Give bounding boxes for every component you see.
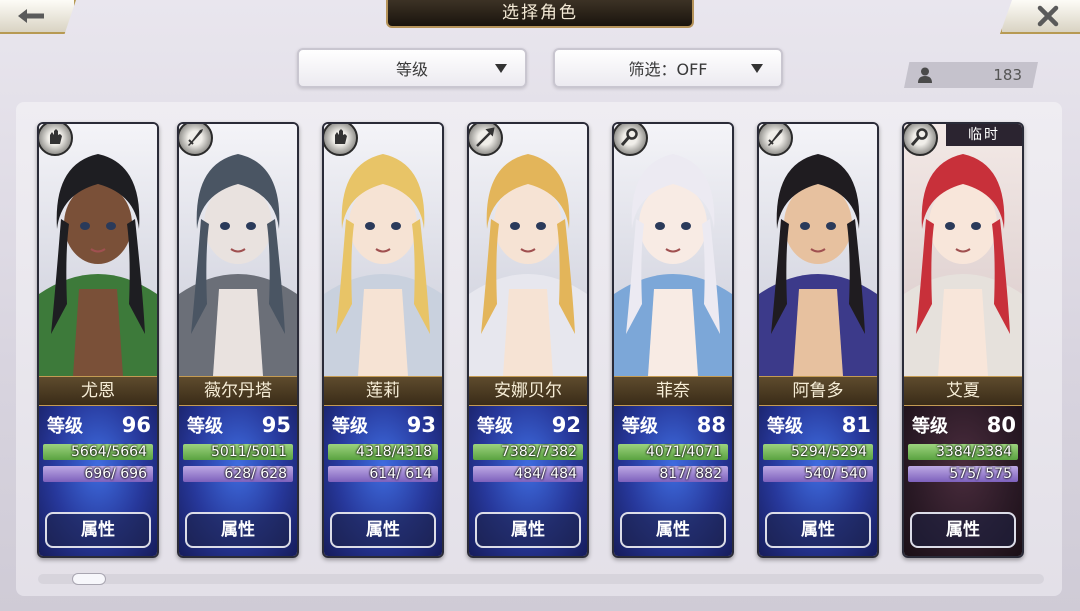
character-card[interactable]: 尤恩 等级 96 5664/5664 696/ 696 属性: [37, 122, 159, 558]
mp-bar: 540/ 540: [763, 466, 873, 482]
horizontal-scrollbar[interactable]: [38, 574, 1044, 584]
mp-bar: 696/ 696: [43, 466, 153, 482]
character-card[interactable]: 菲奈 等级 88 4071/4071 817/ 882 属性: [612, 122, 734, 558]
sort-dropdown[interactable]: 等级: [297, 48, 527, 88]
character-portrait[interactable]: [614, 124, 732, 376]
character-name: 菲奈: [614, 376, 732, 406]
level-value: 96: [121, 413, 151, 437]
character-portrait-art: [759, 124, 877, 376]
chevron-down-icon: [495, 64, 507, 73]
temporary-badge: 临时: [946, 124, 1022, 146]
mp-bar: 817/ 882: [618, 466, 728, 482]
character-portrait[interactable]: [759, 124, 877, 376]
level-row: 等级 92: [469, 412, 587, 438]
character-portrait-art: [614, 124, 732, 376]
top-bar: 选择角色: [0, 0, 1080, 36]
hp-bar: 5664/5664: [43, 444, 153, 460]
mp-bar: 484/ 484: [473, 466, 583, 482]
character-name: 艾夏: [904, 376, 1022, 406]
level-row: 等级 88: [614, 412, 732, 438]
level-value: 92: [551, 413, 581, 437]
level-label: 等级: [332, 416, 368, 437]
back-button[interactable]: [0, 0, 76, 34]
attributes-button[interactable]: 属性: [45, 512, 151, 548]
scrollbar-thumb[interactable]: [72, 573, 106, 585]
chevron-down-icon: [751, 64, 763, 73]
attributes-button[interactable]: 属性: [765, 512, 871, 548]
close-icon: [1037, 5, 1059, 27]
level-value: 80: [986, 413, 1016, 437]
page-title: 选择角色: [386, 0, 694, 28]
attributes-button[interactable]: 属性: [910, 512, 1016, 548]
character-portrait-art: [904, 124, 1022, 376]
level-label: 等级: [912, 416, 948, 437]
owned-count-box: 183: [904, 62, 1038, 88]
level-label: 等级: [477, 416, 513, 437]
character-portrait[interactable]: [324, 124, 442, 376]
back-arrow-icon: [18, 9, 44, 23]
character-stats: 等级 81 5294/5294 540/ 540 属性: [759, 406, 877, 556]
level-label: 等级: [47, 416, 83, 437]
level-row: 等级 81: [759, 412, 877, 438]
character-portrait[interactable]: [904, 124, 1022, 376]
level-row: 等级 95: [179, 412, 297, 438]
close-button[interactable]: [1000, 0, 1080, 34]
filter-dropdown[interactable]: 筛选：OFF: [553, 48, 783, 88]
character-portrait[interactable]: [469, 124, 587, 376]
character-stats: 等级 93 4318/4318 614/ 614 属性: [324, 406, 442, 556]
hp-bar: 4318/4318: [328, 444, 438, 460]
filter-dropdown-label: 筛选：OFF: [628, 60, 708, 79]
character-card[interactable]: 安娜贝尔 等级 92 7382/7382 484/ 484 属性: [467, 122, 589, 558]
level-value: 81: [841, 413, 871, 437]
level-label: 等级: [767, 416, 803, 437]
hp-bar: 7382/7382: [473, 444, 583, 460]
character-name: 薇尔丹塔: [179, 376, 297, 406]
owned-count: 183: [993, 66, 1022, 84]
character-name: 尤恩: [39, 376, 157, 406]
character-stats: 等级 80 3384/3384 575/ 575 属性: [904, 406, 1022, 556]
level-row: 等级 96: [39, 412, 157, 438]
character-portrait-art: [324, 124, 442, 376]
level-value: 93: [406, 413, 436, 437]
hp-bar: 3384/3384: [908, 444, 1018, 460]
character-card[interactable]: 临时 艾夏 等级 80 3384/3384 575/ 575 属性: [902, 122, 1024, 558]
level-value: 95: [261, 413, 291, 437]
character-portrait[interactable]: [39, 124, 157, 376]
character-stats: 等级 96 5664/5664 696/ 696 属性: [39, 406, 157, 556]
character-portrait-art: [39, 124, 157, 376]
character-portrait[interactable]: [179, 124, 297, 376]
hp-bar: 4071/4071: [618, 444, 728, 460]
level-label: 等级: [187, 416, 223, 437]
character-portrait-art: [469, 124, 587, 376]
character-card[interactable]: 莲莉 等级 93 4318/4318 614/ 614 属性: [322, 122, 444, 558]
mp-bar: 614/ 614: [328, 466, 438, 482]
hp-bar: 5011/5011: [183, 444, 293, 460]
attributes-button[interactable]: 属性: [620, 512, 726, 548]
character-name: 莲莉: [324, 376, 442, 406]
level-row: 等级 93: [324, 412, 442, 438]
level-row: 等级 80: [904, 412, 1022, 438]
attributes-button[interactable]: 属性: [475, 512, 581, 548]
character-portrait-art: [179, 124, 297, 376]
character-stats: 等级 88 4071/4071 817/ 882 属性: [614, 406, 732, 556]
attributes-button[interactable]: 属性: [185, 512, 291, 548]
hp-bar: 5294/5294: [763, 444, 873, 460]
character-stats: 等级 92 7382/7382 484/ 484 属性: [469, 406, 587, 556]
character-name: 安娜贝尔: [469, 376, 587, 406]
person-icon: [918, 67, 932, 83]
character-stats: 等级 95 5011/5011 628/ 628 属性: [179, 406, 297, 556]
level-value: 88: [696, 413, 726, 437]
character-card[interactable]: 薇尔丹塔 等级 95 5011/5011 628/ 628 属性: [177, 122, 299, 558]
mp-bar: 628/ 628: [183, 466, 293, 482]
sort-dropdown-label: 等级: [395, 60, 428, 79]
mp-bar: 575/ 575: [908, 466, 1018, 482]
character-name: 阿鲁多: [759, 376, 877, 406]
level-label: 等级: [622, 416, 658, 437]
character-card[interactable]: 阿鲁多 等级 81 5294/5294 540/ 540 属性: [757, 122, 879, 558]
attributes-button[interactable]: 属性: [330, 512, 436, 548]
